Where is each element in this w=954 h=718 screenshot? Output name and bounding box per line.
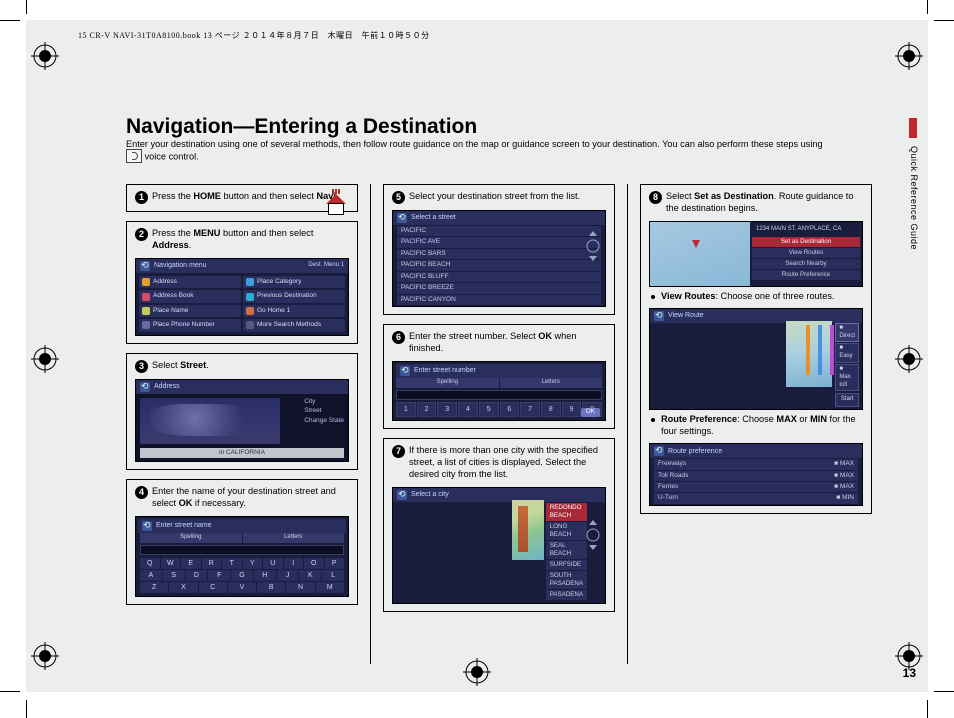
city-list-screen: Select a city REDONDO BEACHLONG BEACHSEA… [392,487,606,605]
numpad-screen: Enter street number SpellingLetters 1234… [392,361,606,421]
scroll-knob-icon [585,520,601,550]
menu-item: Go Home 1 [243,305,345,317]
document-page: 15 CR-V NAVI-31T0A8100.book 13 ページ ２０１４年… [0,0,954,718]
dest-options: 1234 MAIN ST. ANYPLACE, CA Set as Destin… [750,222,862,286]
bullet-view-routes: View Routes: Choose one of three routes. [649,291,863,303]
menu-item: More Search Methods [243,319,345,331]
regmark-bl [31,642,59,670]
regmark-bc [463,658,491,686]
column-3: 8 Select Set as Destination. Route guida… [640,184,872,523]
start-button: Start [835,393,859,407]
side-label: Quick Reference Guide [909,146,919,250]
regmark-mr [895,345,923,373]
column-1: 1 Press the HOME button and then select … [126,184,358,614]
back-icon [142,521,152,531]
step-3-box: 3 Select Street. Address CityStreetChang… [126,353,358,470]
step-5-box: 5 Select your destination street from th… [383,184,615,315]
back-icon [654,311,664,321]
intro-text-2: voice control. [145,152,199,162]
column-divider-1 [370,184,371,664]
back-icon [140,261,150,271]
intro-paragraph: Enter your destination using one of seve… [126,138,831,164]
step-badge-8: 8 [649,191,662,204]
step-7-text: If there is more than one city with the … [409,445,606,481]
back-icon [397,213,407,223]
menu-item: Address Book [139,290,241,302]
menu-item: Address [139,276,241,288]
step-badge-6: 6 [392,331,405,344]
column-divider-2 [627,184,628,664]
address-state-screen: Address CityStreetChange State in CALIFO… [135,379,349,462]
dest-address: 1234 MAIN ST. ANYPLACE, CA [752,224,860,236]
kb-row-3: ZXCVBNM [140,582,344,593]
state-label: in CALIFORNIA [140,448,344,458]
home-icon [322,187,350,215]
address-options: CityStreetChange State [304,398,344,426]
step-8-box: 8 Select Set as Destination. Route guida… [640,184,872,514]
menu-item: Previous Destination [243,290,345,302]
step-badge-1: 1 [135,191,148,204]
step-6-box: 6 Enter the street number. Select OK whe… [383,324,615,429]
navigation-menu-screen: Navigation menuDest. Menu 1 AddressPlace… [135,258,349,336]
step-badge-7: 7 [392,445,405,458]
menu-item: Place Name [139,305,241,317]
step-4-text: Enter the name of your destination stree… [152,486,349,510]
city-rows: REDONDO BEACHLONG BEACHSEAL BEACHSURFSID… [544,500,605,604]
usa-mapacarte-map [140,398,280,444]
kb-input [140,545,344,555]
pref-rows: Freeways■ MAXToll Roads■ MAXFerries■ MAX… [650,459,862,504]
column-2: 5 Select your destination street from th… [383,184,615,621]
step-1-box: 1 Press the HOME button and then select … [126,184,358,212]
intro-text-1: Enter your destination using one of seve… [126,139,823,149]
menu-item: Place Category [243,276,345,288]
mini-map [650,222,750,286]
kb-tabs: SpellingLetters [140,533,344,543]
street-list-screen: Select a street PACIFICPACIFIC AVEPACIFI… [392,210,606,307]
ok-button: OK [581,408,600,416]
bullet-route-preference: Route Preference: Choose MAX or MIN for … [649,414,863,438]
voice-icon [126,149,142,163]
street-rows: PACIFICPACIFIC AVEPACIFIC BARSPACIFIC BE… [393,226,605,305]
routes-panel: ■ Direct■ Easy■ Max tollStart [832,321,862,409]
step-6-text: Enter the street number. Select OK when … [409,331,606,355]
mini-map [786,321,832,387]
kb-row-2: ASDFGHJKL [140,570,344,581]
step-3-text: Select Street. [152,360,349,372]
pin-icon [692,240,700,248]
back-icon [397,490,407,500]
step-2-box: 2 Press the MENU button and then select … [126,221,358,344]
tab-marker [909,118,917,138]
step-badge-5: 5 [392,191,405,204]
numpad-input [396,390,602,400]
doc-info: 15 CR-V NAVI-31T0A8100.book 13 ページ ２０１４年… [78,30,430,41]
back-icon [654,446,664,456]
page-number: 13 [903,666,916,680]
step-4-box: 4 Enter the name of your destination str… [126,479,358,605]
step-8-text: Select Set as Destination. Route guidanc… [666,191,863,215]
step-1-text: Press the HOME button and then select Na… [152,191,349,203]
kb-row-1: QWERTYUIOP [140,558,344,569]
regmark-tr [895,42,923,70]
back-icon [140,382,150,392]
regmark-tl [31,42,59,70]
keyboard-screen: Enter street name SpellingLetters QWERTY… [135,516,349,597]
step-5-text: Select your destination street from the … [409,191,606,203]
page-title: Navigation—Entering a Destination [126,115,477,139]
back-icon [400,366,410,376]
menu-grid: AddressPlace CategoryAddress BookPreviou… [136,273,348,335]
route-preference-screen: Route preference Freeways■ MAXToll Roads… [649,443,863,506]
numpad-tabs: SpellingLetters [396,378,602,388]
destination-screen: 1234 MAIN ST. ANYPLACE, CA Set as Destin… [649,221,863,287]
menu-item: Place Phone Number [139,319,241,331]
scroll-knob-icon [585,231,601,261]
step-7-box: 7 If there is more than one city with th… [383,438,615,612]
step-badge-2: 2 [135,228,148,241]
mini-map [512,500,544,560]
step-badge-4: 4 [135,486,148,499]
step-badge-3: 3 [135,360,148,373]
view-routes-screen: View Route ■ Direct■ Easy■ Max tollStart [649,308,863,410]
regmark-ml [31,345,59,373]
step-2-text: Press the MENU button and then select Ad… [152,228,349,252]
numpad-row: 1234567890 [396,402,602,417]
